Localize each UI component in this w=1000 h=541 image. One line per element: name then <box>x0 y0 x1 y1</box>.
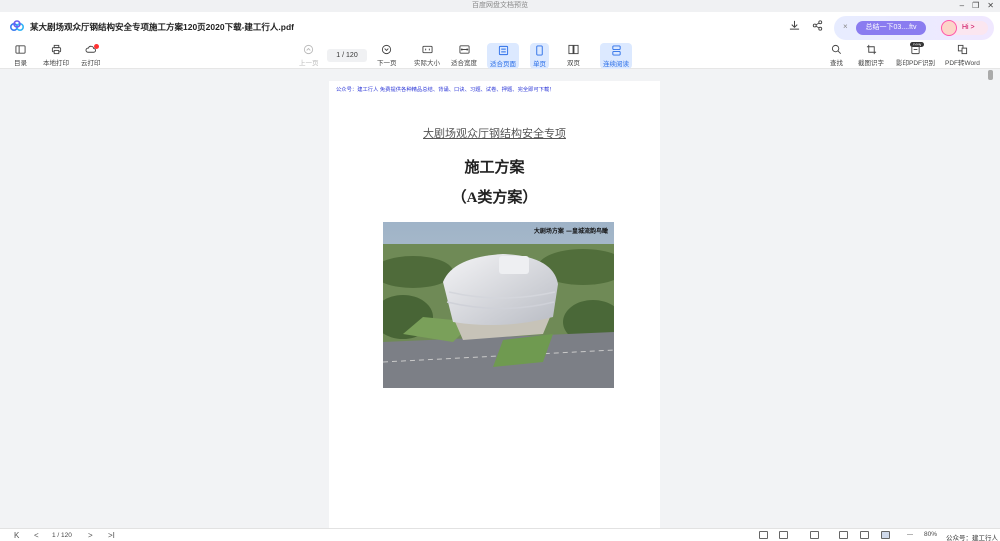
prev-page-label: 上一页 <box>299 60 319 67</box>
continuous-read-button[interactable]: 连续阅读 <box>600 43 632 69</box>
zoom-level: 80% <box>924 531 938 538</box>
document-canvas[interactable]: 公众号：建工行人 免费提供各种精品总结、背诵、口诀、习题、试卷、押题、完全即可下… <box>0 69 1000 528</box>
actual-size-button[interactable]: 实际大小 <box>414 44 440 67</box>
local-print-button[interactable]: 本地打印 <box>43 44 69 67</box>
download-icon[interactable] <box>789 20 800 31</box>
double-view-icon[interactable] <box>779 531 788 539</box>
printer-icon <box>51 44 61 55</box>
vertical-scrollbar[interactable] <box>988 70 993 80</box>
prev-page-small-button[interactable]: < <box>34 531 39 540</box>
first-page-button[interactable]: K <box>14 531 19 540</box>
watermark-text: 公众号：建工行人 <box>946 535 998 541</box>
document-main-title: 施工方案 <box>464 160 525 176</box>
page-indicator: 1 / 120 <box>52 532 72 539</box>
page-header-note: 公众号：建工行人 免费提供各种精品总结、背诵、口诀、习题、试卷、押题、完全即可下… <box>336 87 555 93</box>
single-view-icon[interactable] <box>759 531 768 539</box>
aerial-rendering-image: 大剧场方案 —皇城流韵鸟瞰 <box>383 222 614 388</box>
theater-rendering: 大剧场方案 —皇城流韵鸟瞰 <box>383 222 614 388</box>
page-current: 1 <box>336 52 341 59</box>
close-icon[interactable]: × <box>843 22 848 31</box>
find-label: 查找 <box>830 60 843 67</box>
continuous-view-icon[interactable] <box>810 531 819 539</box>
fit-width-button[interactable]: 适合宽度 <box>451 44 477 67</box>
close-button[interactable]: ✕ <box>987 0 994 12</box>
minimize-button[interactable]: – <box>960 0 964 12</box>
fit-width-small-icon[interactable] <box>860 531 869 539</box>
cloud-print-label: 云打印 <box>81 60 101 67</box>
notification-dot <box>93 44 99 49</box>
fit-page-icon <box>498 45 508 56</box>
next-page-small-button[interactable]: > <box>88 531 93 540</box>
fit-page-button[interactable]: 适合页面 <box>487 43 519 69</box>
photo-caption: 大剧场方案 —皇城流韵鸟瞰 <box>534 227 608 235</box>
double-page-button[interactable]: 双页 <box>567 44 580 67</box>
next-page-label: 下一页 <box>377 60 397 67</box>
continuous-icon <box>611 45 621 56</box>
scan-pdf-icon <box>911 44 920 55</box>
crop-icon <box>866 44 876 55</box>
convert-icon <box>957 44 968 55</box>
document-header: 某大剧场观众厅钢结构安全专项施工方案120页2020下载-建工行人.pdf × … <box>0 12 1000 42</box>
maximize-button[interactable]: ❐ <box>972 0 979 12</box>
sidebar-icon <box>15 45 26 54</box>
prev-page-button[interactable]: 上一页 <box>299 44 319 67</box>
screenshot-ocr-button[interactable]: 截图识字 <box>858 44 884 67</box>
actual-size-small-icon[interactable] <box>839 531 848 539</box>
fit-width-label: 适合宽度 <box>451 60 477 67</box>
local-print-label: 本地打印 <box>43 60 69 67</box>
continuous-read-label: 连续阅读 <box>603 61 629 68</box>
viewer-toolbar: 目录 本地打印 云打印 上一页 1 / 120 下一页 实际大小 适合宽度 适合… <box>0 42 1000 69</box>
toc-label: 目录 <box>14 60 27 67</box>
share-icon[interactable] <box>812 20 823 31</box>
single-page-icon <box>536 45 543 56</box>
fit-width-icon <box>458 45 470 54</box>
scan-pdf-label: 影印PDF识别 <box>896 60 935 67</box>
actual-size-label: 实际大小 <box>414 60 440 67</box>
double-page-label: 双页 <box>567 60 580 67</box>
window-title: 百度网盘文档预览 <box>472 2 528 9</box>
last-page-button[interactable]: >I <box>108 531 115 540</box>
zoom-out-button[interactable]: — <box>907 531 913 540</box>
document-actions <box>789 20 823 31</box>
document-title: 某大剧场观众厅钢结构安全专项施工方案120页2020下载-建工行人.pdf <box>30 22 295 32</box>
document-subtitle: 大剧场观众厅钢结构安全专项 <box>423 128 566 140</box>
ai-assistant-panel: × 总结一下03....ftv Hi > <box>834 16 994 40</box>
window-title-bar: 百度网盘文档预览 <box>0 0 1000 12</box>
search-icon <box>831 44 842 55</box>
baidu-netdisk-logo-icon <box>10 20 24 31</box>
toc-button[interactable]: 目录 <box>14 44 27 67</box>
page-total: 120 <box>346 52 358 59</box>
screenshot-ocr-label: 截图识字 <box>858 60 884 67</box>
page-number-input[interactable]: 1 / 120 <box>327 49 367 62</box>
fit-page-small-icon[interactable] <box>881 531 890 539</box>
arrow-down-circle-icon <box>382 44 392 55</box>
cloud-print-button[interactable]: 云打印 <box>81 44 101 67</box>
pdf-to-word-label: PDF转Word <box>945 60 980 67</box>
actual-size-icon <box>421 45 433 54</box>
single-page-button[interactable]: 单页 <box>530 43 549 69</box>
scan-pdf-button[interactable]: 影印PDF识别 <box>896 44 935 67</box>
pdf-to-word-button[interactable]: PDF转Word <box>945 44 980 67</box>
assistant-avatar[interactable] <box>941 20 957 36</box>
next-page-button[interactable]: 下一页 <box>377 44 397 67</box>
document-class-title: （A类方案） <box>451 190 538 206</box>
pdf-page: 公众号：建工行人 免费提供各种精品总结、背诵、口诀、习题、试卷、押题、完全即可下… <box>329 81 660 528</box>
summary-button[interactable]: 总结一下03....ftv <box>856 21 926 35</box>
find-button[interactable]: 查找 <box>830 44 843 67</box>
fit-page-label: 适合页面 <box>490 61 516 68</box>
status-bar: K < 1 / 120 > >I — 80% 公众号：建工行人 <box>0 528 1000 541</box>
window-controls: – ❐ ✕ <box>960 0 994 12</box>
single-page-label: 单页 <box>533 61 546 68</box>
double-page-icon <box>568 44 579 55</box>
arrow-up-circle-icon <box>304 44 314 55</box>
